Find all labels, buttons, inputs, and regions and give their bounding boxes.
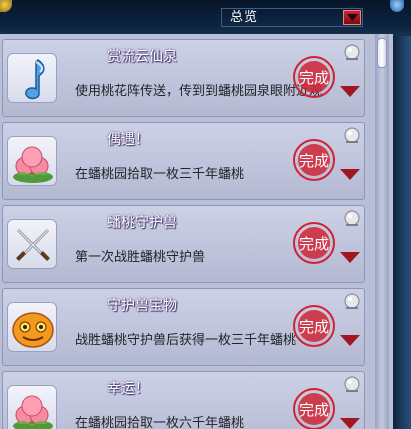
achievement-list[interactable]: 赏流云仙泉 使用桃花阵传送，传到到蟠桃园泉眼附近观 完成 偶遇！ 在蟠桃园拾取一… [0, 34, 393, 429]
pearl-icon [344, 127, 360, 143]
stamp-label: 完成 [299, 401, 329, 419]
dropdown-arrow-button[interactable] [343, 10, 361, 25]
orange-monster-icon [7, 302, 57, 352]
completed-stamp-icon: 完成 [293, 139, 335, 181]
stamp-label: 完成 [299, 318, 329, 336]
achievement-description: 第一次战胜蟠桃守护兽 [75, 250, 206, 265]
side-border [393, 36, 411, 429]
achievement-title: 幸运！ [107, 381, 149, 397]
achievement-item[interactable]: 蟠桃守护兽 第一次战胜蟠桃守护兽 完成 [2, 205, 365, 283]
achievement-item[interactable]: 守护兽宝物 战胜蟠桃守护兽后获得一枚三千年蟠桃 完成 [2, 288, 365, 366]
pearl-icon [344, 293, 360, 309]
pearl-icon [344, 376, 360, 392]
achievement-item[interactable]: 偶遇！ 在蟠桃园拾取一枚三千年蟠桃 完成 [2, 122, 365, 200]
achievement-title: 守护兽宝物 [107, 298, 177, 314]
scrollbar-thumb[interactable] [377, 38, 387, 68]
expand-arrow-icon[interactable] [339, 333, 361, 347]
chevron-down-icon [347, 14, 358, 21]
crossed-swords-icon [7, 219, 57, 269]
expand-arrow-icon[interactable] [339, 250, 361, 264]
achievement-description: 在蟠桃园拾取一枚六千年蟠桃 [75, 416, 245, 429]
pearl-icon [344, 210, 360, 226]
stamp-label: 完成 [299, 69, 329, 87]
achievement-description: 战胜蟠桃守护兽后获得一枚三千年蟠桃 [75, 333, 297, 348]
completed-stamp-icon: 完成 [293, 305, 335, 347]
stamp-label: 完成 [299, 152, 329, 170]
stamp-label: 完成 [299, 235, 329, 253]
orb-icon [390, 0, 404, 12]
peach-icon [7, 136, 57, 186]
achievement-title: 偶遇！ [107, 132, 149, 148]
achievement-description: 使用桃花阵传送，传到到蟠桃园泉眼附近观 [75, 84, 323, 99]
achievement-title: 蟠桃守护兽 [107, 215, 177, 231]
corner-ornament-icon [0, 0, 12, 12]
completed-stamp-icon: 完成 [293, 388, 335, 429]
achievement-item[interactable]: 赏流云仙泉 使用桃花阵传送，传到到蟠桃园泉眼附近观 完成 [2, 39, 365, 117]
achievement-item[interactable]: 幸运！ 在蟠桃园拾取一枚六千年蟠桃 完成 [2, 371, 365, 429]
top-bar: 总览 [0, 0, 411, 36]
expand-arrow-icon[interactable] [339, 84, 361, 98]
completed-stamp-icon: 完成 [293, 222, 335, 264]
dropdown-value: 总览 [230, 10, 259, 25]
achievement-title: 赏流云仙泉 [107, 49, 177, 65]
pearl-icon [344, 44, 360, 60]
completed-stamp-icon: 完成 [293, 56, 335, 98]
peach-icon [7, 385, 57, 429]
scrollbar[interactable] [375, 34, 389, 429]
achievement-description: 在蟠桃园拾取一枚三千年蟠桃 [75, 167, 245, 182]
expand-arrow-icon[interactable] [339, 416, 361, 429]
expand-arrow-icon[interactable] [339, 167, 361, 181]
music-note-icon [7, 53, 57, 103]
category-dropdown[interactable]: 总览 [221, 8, 363, 27]
